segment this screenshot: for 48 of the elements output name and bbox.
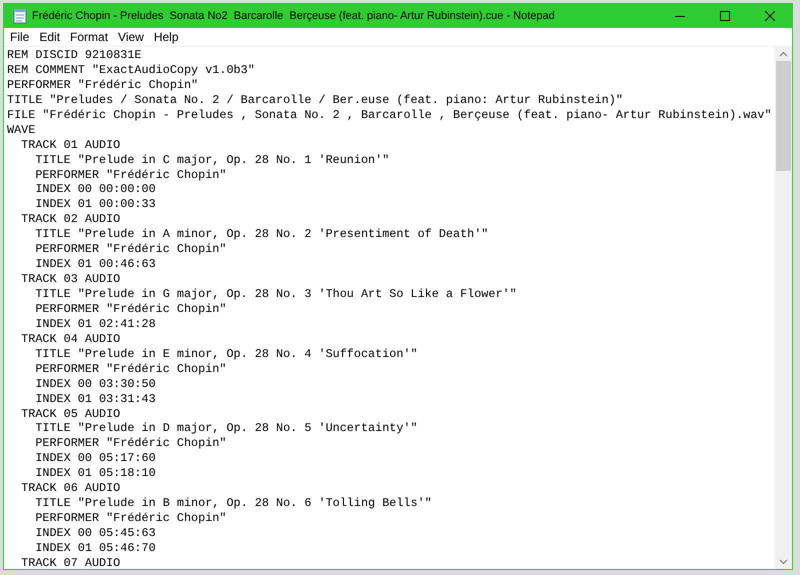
text-line: TRACK 03 AUDIO — [21, 272, 120, 287]
text-line: INDEX 01 00:46:63 — [35, 257, 156, 272]
text-line: TRACK 04 AUDIO — [21, 332, 120, 347]
text-line: INDEX 01 00:00:33 — [35, 197, 156, 212]
text-line: INDEX 01 05:46:70 — [35, 540, 156, 556]
text-line: INDEX 00 05:45:63 — [35, 526, 156, 541]
text-line: INDEX 00 03:30:50 — [35, 376, 156, 392]
text-line: TRACK 06 AUDIO — [21, 481, 120, 496]
scroll-up-icon[interactable] — [779, 51, 788, 57]
text-line: TITLE "Prelude in D major, Op. 28 No. 5 'Uncertainty'" — [35, 421, 418, 436]
text-line: TRACK 02 AUDIO — [21, 212, 120, 228]
text-line: TITLE "Preludes / Sonata No. 2 / Barcarolle / Ber.euse (feat. piano: Artur Rubinstein)" — [7, 92, 623, 108]
text-line: PERFORMER "Frédéric Chopin" — [35, 436, 226, 452]
text-line: TITLE "Prelude in E minor, Op. 28 No. 4 'Suffocation'" — [35, 346, 418, 362]
text-line: PERFORMER "Frédéric Chopin" — [35, 302, 226, 317]
text-line: INDEX 01 02:41:28 — [35, 316, 156, 332]
text-line: INDEX 01 05:18:10 — [35, 466, 156, 482]
text-line: TRACK 01 AUDIO — [21, 138, 120, 153]
menu-item[interactable]: View — [113, 28, 149, 46]
text-line: REM COMMENT "ExactAudioCopy v1.0b3" — [7, 62, 255, 78]
vertical-scrollbar[interactable] — [775, 47, 792, 569]
text-line: FILE "Frédéric Chopin - Preludes , Sonata No. 2 , Barcarolle , Berçeuse (feat. piano- Artur Rubinstein).wav" — [7, 108, 772, 123]
text-line: TITLE "Prelude in C major, Op. 28 No. 1 'Reunion'" — [35, 152, 390, 168]
menu-item[interactable]: Format — [65, 28, 114, 46]
text-line: PERFORMER "Frédéric Chopin" — [35, 511, 226, 526]
scrollbar-thumb[interactable] — [776, 61, 791, 171]
text-line: TITLE "Prelude in B minor, Op. 28 No. 6 'Tolling Bells'" — [35, 496, 432, 512]
text-line: INDEX 00 00:00:00 — [35, 182, 156, 198]
text-line: PERFORMER "Frédéric Chopin" — [35, 242, 226, 258]
text-line: TRACK 05 AUDIO — [21, 406, 120, 422]
text-line: REM DISCID 9210831E — [7, 48, 142, 63]
window-title: Frédéric Chopin - Preludes Sonata No2 Barcarolle Berçeuse (feat. piano- Artur Rubinstein).cue - Notepad — [32, 8, 555, 24]
menu-item[interactable]: Edit — [34, 28, 66, 46]
text-line: INDEX 01 03:31:43 — [35, 392, 156, 406]
text-line: TRACK 07 AUDIO — [21, 556, 120, 569]
text-line: TITLE "Prelude in G major, Op. 28 No. 3 'Thou Art So Like a Flower'" — [35, 287, 517, 302]
notepad-icon — [13, 8, 27, 24]
maximize-icon — [720, 11, 730, 21]
scroll-down-icon[interactable] — [779, 559, 788, 565]
text-line: INDEX 00 05:17:60 — [35, 451, 156, 466]
menu-item[interactable]: File — [5, 28, 34, 46]
text-line: TITLE "Prelude in A minor, Op. 28 No. 2 'Presentiment of Death'" — [35, 227, 488, 242]
text-line: WAVE — [7, 122, 36, 138]
text-line: PERFORMER "Frédéric Chopin" — [35, 168, 226, 182]
text-line: PERFORMER "Frédéric Chopin" — [7, 78, 198, 93]
text-line: PERFORMER "Frédéric Chopin" — [35, 362, 226, 377]
menu-item[interactable]: Help — [148, 28, 184, 46]
close-icon — [764, 11, 774, 21]
